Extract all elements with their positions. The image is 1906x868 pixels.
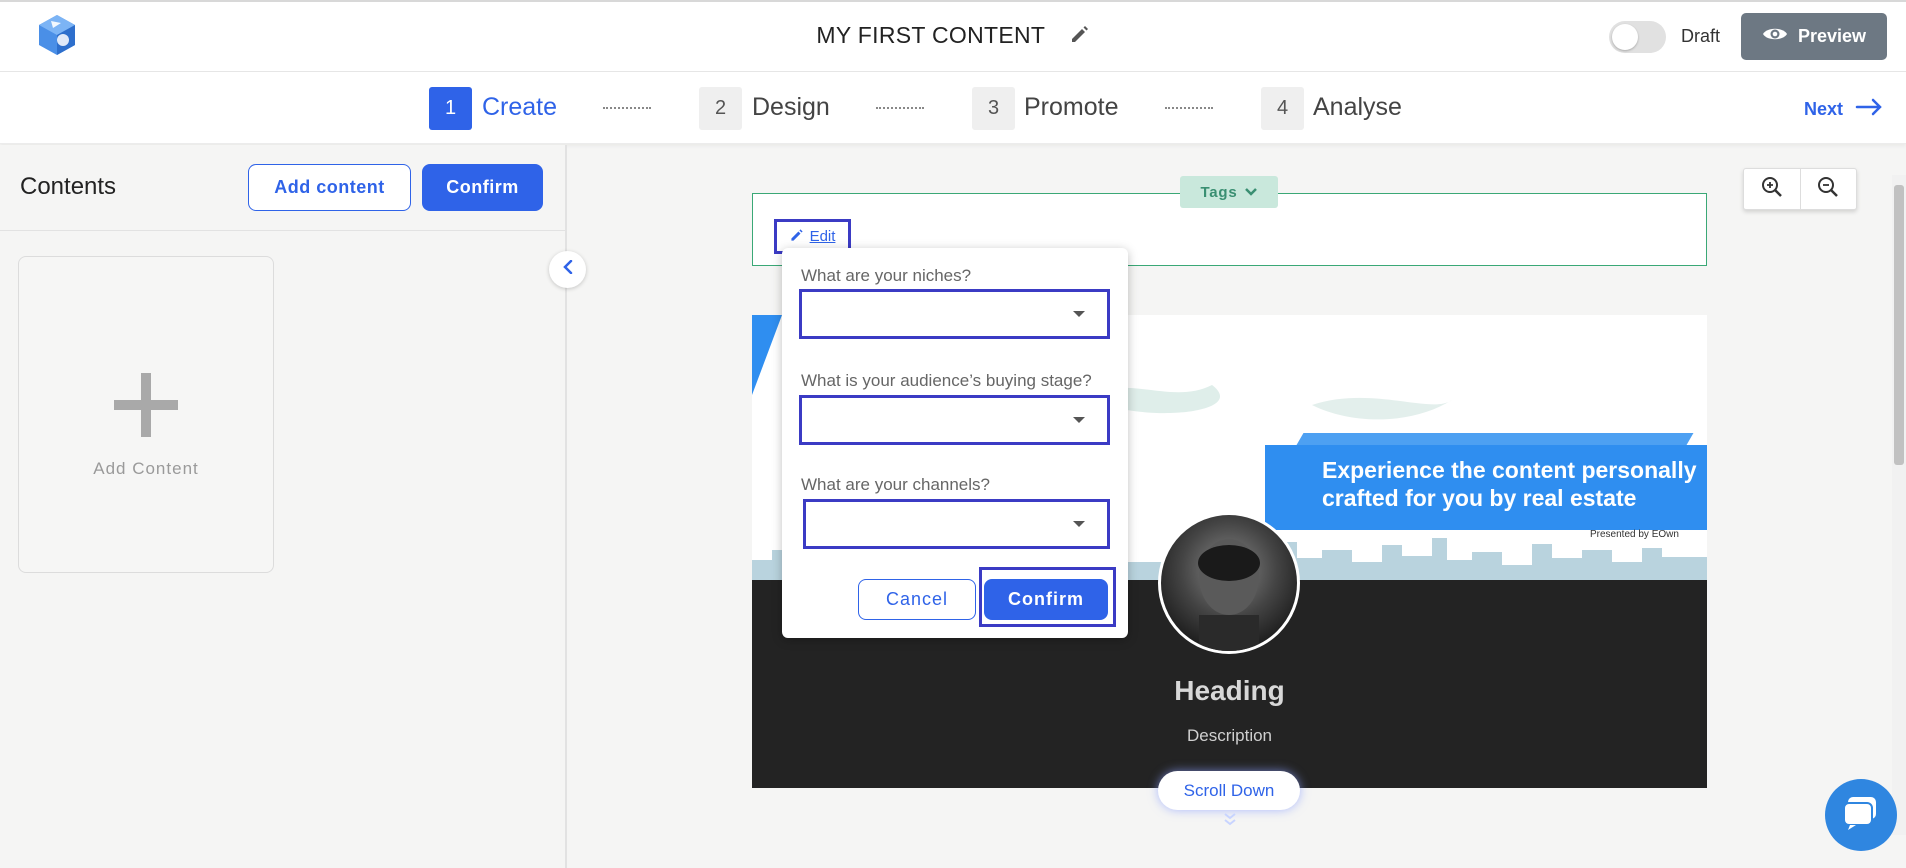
scrollbar-thumb[interactable] (1894, 185, 1904, 465)
tags-label: Tags (1200, 183, 1238, 201)
buying-stage-label: What is your audience’s buying stage? (801, 371, 1092, 390)
pencil-icon[interactable] (1070, 23, 1090, 50)
preview-description: Description (1186, 726, 1273, 745)
banner-accent (1296, 433, 1694, 445)
add-content-label: Add Content (93, 459, 199, 478)
step-divider (1165, 107, 1213, 109)
step-2-number[interactable]: 2 (699, 87, 742, 130)
caret-down-icon (1073, 311, 1085, 317)
step-divider (876, 107, 924, 109)
pencil-icon (790, 228, 804, 246)
next-button[interactable]: Next (1804, 98, 1883, 121)
draft-label: Draft (1681, 26, 1721, 46)
channels-select[interactable] (803, 499, 1110, 549)
popup-confirm-button[interactable]: Confirm (984, 579, 1108, 620)
double-chevron-down-icon (1222, 811, 1238, 830)
collapse-panel-button[interactable] (549, 251, 586, 288)
step-analyse[interactable]: Analyse (1313, 93, 1402, 122)
zoom-controls (1743, 168, 1857, 210)
zoom-out-button[interactable] (1801, 169, 1857, 209)
chevron-left-icon (562, 259, 574, 279)
niches-select[interactable] (799, 289, 1110, 339)
banner-text: Experience the content personally crafte… (1322, 457, 1697, 511)
edit-label: Edit (809, 228, 836, 245)
zoom-in-button[interactable] (1744, 169, 1801, 209)
panel-divider (0, 230, 567, 231)
chat-button[interactable] (1825, 779, 1897, 851)
eye-icon (1762, 25, 1788, 48)
confirm-button[interactable]: Confirm (422, 164, 543, 211)
channels-label: What are your channels? (801, 475, 990, 494)
preview-button[interactable]: Preview (1741, 13, 1887, 60)
next-label: Next (1804, 99, 1844, 119)
step-design[interactable]: Design (752, 93, 830, 122)
step-3-number[interactable]: 3 (972, 87, 1015, 130)
contents-title: Contents (20, 173, 117, 200)
page-title-text: MY FIRST CONTENT (816, 22, 1045, 48)
plus-icon-bar (114, 400, 178, 410)
cancel-button[interactable]: Cancel (858, 579, 976, 620)
add-content-button[interactable]: Add content (248, 164, 411, 211)
step-create[interactable]: Create (482, 93, 557, 122)
caret-down-icon (1073, 521, 1085, 527)
scroll-down-button[interactable]: Scroll Down (1158, 771, 1300, 810)
tags-dropdown[interactable]: Tags (1180, 176, 1278, 208)
draft-toggle[interactable] (1609, 21, 1666, 53)
steps-bar (0, 72, 1906, 144)
avatar (1158, 512, 1300, 654)
zoom-in-icon (1761, 176, 1783, 203)
zoom-out-icon (1817, 176, 1839, 203)
preview-label: Preview (1797, 26, 1867, 46)
step-4-number[interactable]: 4 (1261, 87, 1304, 130)
chat-icon (1842, 795, 1880, 836)
buying-stage-select[interactable] (799, 395, 1110, 445)
arrow-right-icon (1855, 98, 1883, 121)
caret-down-icon (1073, 417, 1085, 423)
preview-heading: Heading (1174, 675, 1285, 706)
step-promote[interactable]: Promote (1024, 93, 1118, 122)
chevron-down-icon (1244, 184, 1258, 201)
step-divider (603, 107, 651, 109)
step-1-number[interactable]: 1 (429, 87, 472, 130)
niches-label: What are your niches? (801, 266, 972, 285)
